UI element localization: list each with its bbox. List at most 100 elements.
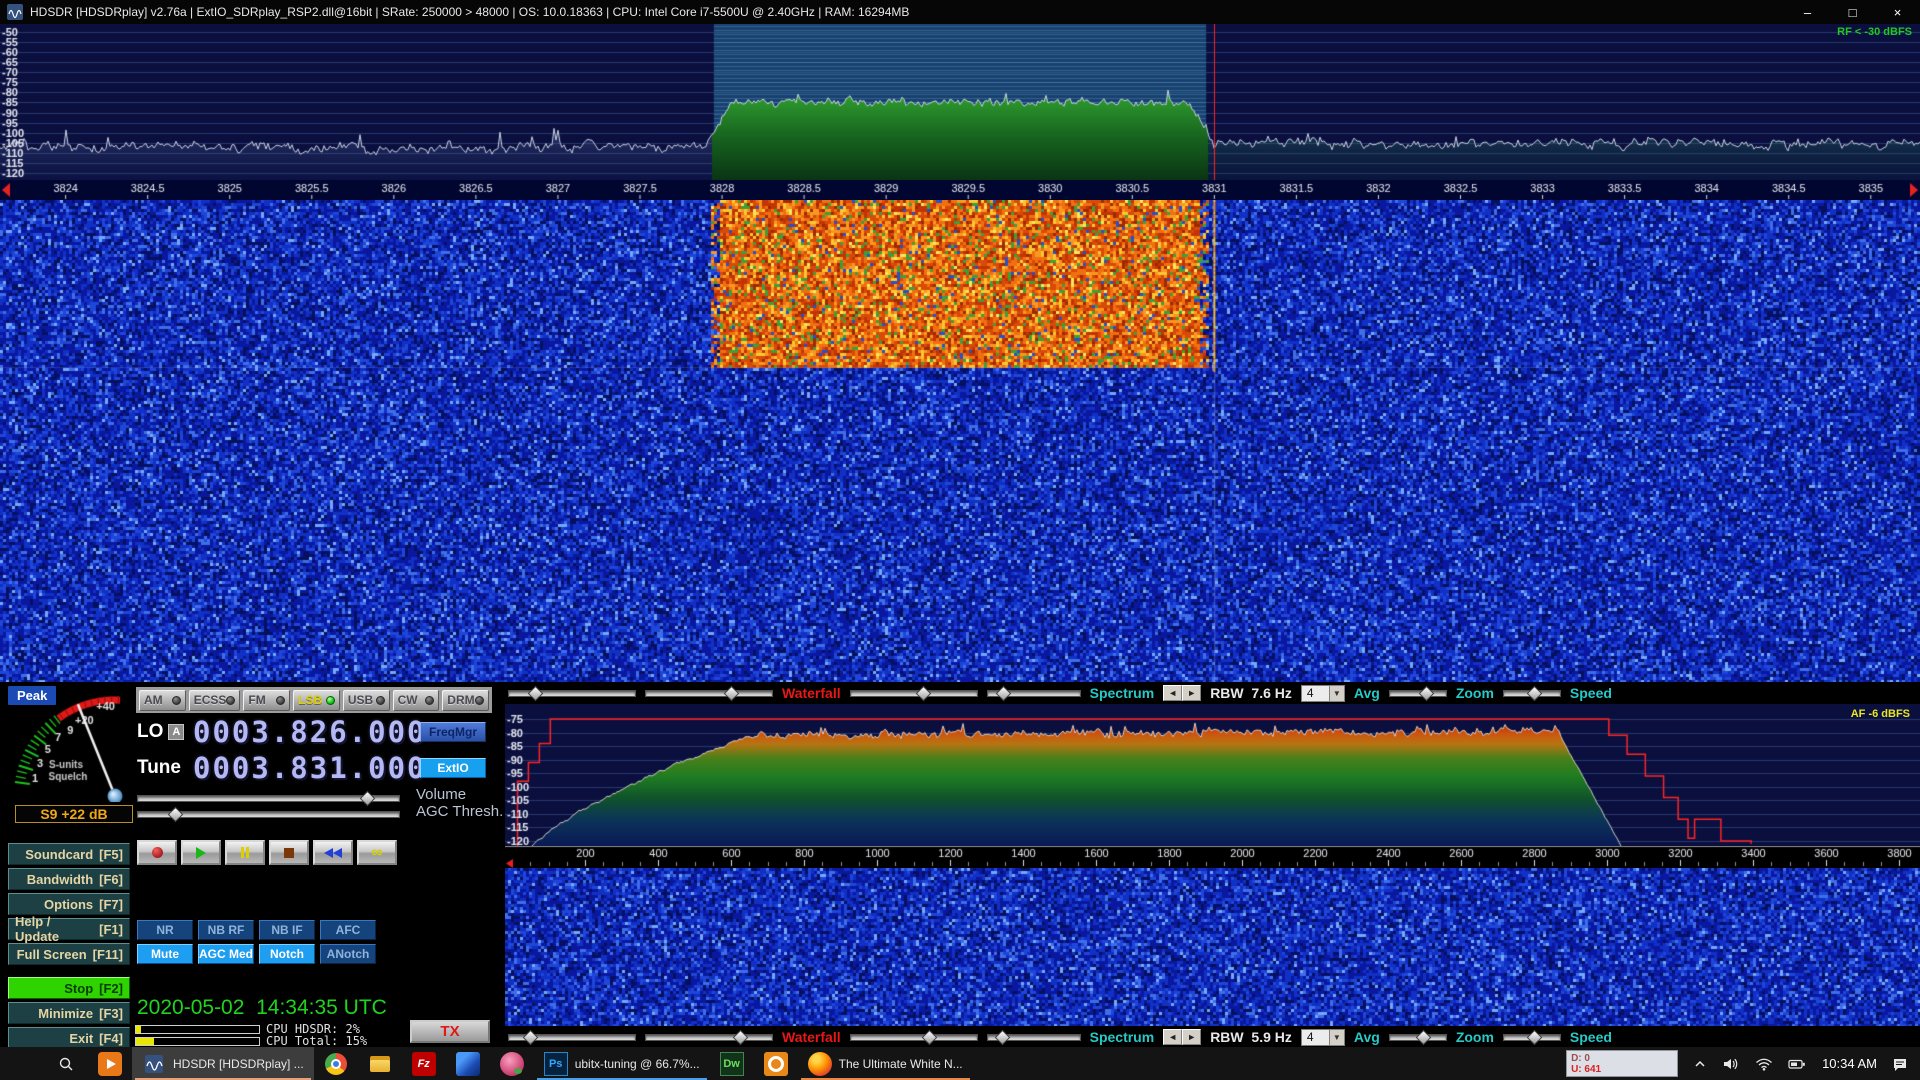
play-button[interactable] (181, 840, 221, 865)
lo-frequency-display[interactable]: 0003.826.000 (193, 715, 427, 749)
slider-thumb[interactable] (523, 1029, 539, 1045)
taskbar-task-firefox[interactable]: The Ultimate White N... (798, 1047, 973, 1080)
spectrum-right-button[interactable]: ► (1182, 685, 1201, 701)
af-slider[interactable] (1389, 1031, 1447, 1044)
taskbar-task-photoshop[interactable]: Psubitx-tuning @ 66.7%... (534, 1047, 710, 1080)
dsp-button-notch[interactable]: Notch (259, 944, 315, 964)
restore-button[interactable]: □ (1830, 0, 1875, 24)
mode-button-cw[interactable]: CW (393, 690, 440, 711)
mode-button-ecss[interactable]: ECSS (189, 690, 241, 711)
slider-track[interactable] (850, 1034, 978, 1041)
slider-thumb[interactable] (528, 685, 544, 701)
slider-thumb[interactable] (916, 685, 932, 701)
slider-thumb[interactable] (922, 1029, 938, 1045)
rf-spectrum-display[interactable]: RF < -30 dBFS (0, 24, 1920, 180)
action-center-icon[interactable] (1892, 1056, 1908, 1072)
tray-chevron-icon[interactable] (1693, 1057, 1707, 1071)
mode-button-usb[interactable]: USB (343, 690, 390, 711)
mode-button-drm[interactable]: DRM (442, 690, 489, 711)
taskbar-button-app-rose[interactable] (490, 1047, 534, 1080)
taskbar-button-start[interactable] (0, 1047, 44, 1080)
rewind-button[interactable] (313, 840, 353, 865)
clock-time[interactable]: 10:34 AM (1822, 1056, 1877, 1071)
spectrum-left-button[interactable]: ◄ (1163, 685, 1182, 701)
slider-thumb[interactable] (168, 807, 184, 823)
loop-button[interactable]: ∞ (357, 840, 397, 865)
wifi-icon[interactable] (1755, 1057, 1773, 1071)
taskbar-task-hdsdr[interactable]: HDSDR [HDSDRplay] ... (132, 1047, 314, 1080)
slider-thumb[interactable] (733, 1029, 749, 1045)
mode-button-fm[interactable]: FM (243, 690, 290, 711)
slider-thumb[interactable] (1527, 685, 1543, 701)
taskbar-button-media[interactable] (88, 1047, 132, 1080)
rf-waterfall-canvas[interactable] (0, 200, 1920, 682)
slider-thumb[interactable] (994, 1029, 1010, 1045)
pause-button[interactable] (225, 840, 265, 865)
taskbar-button-app-blue[interactable] (446, 1047, 490, 1080)
menu-button-full-screen[interactable]: Full Screen[F11] (8, 943, 130, 965)
stop-button[interactable] (269, 840, 309, 865)
af-frequency-scale[interactable] (505, 846, 1920, 868)
dsp-button-nb-rf[interactable]: NB RF (198, 920, 254, 940)
af-slider[interactable] (508, 1031, 636, 1044)
af-slider[interactable] (987, 1031, 1081, 1044)
close-button[interactable]: × (1875, 0, 1920, 24)
tune-frequency-display[interactable]: 0003.831.000 (193, 751, 427, 785)
network-du-meter[interactable]: D: 0 U: 641 (1566, 1050, 1678, 1077)
slider-thumb[interactable] (724, 685, 740, 701)
avg-count-select[interactable]: 4▼ (1301, 1029, 1345, 1046)
dsp-button-mute[interactable]: Mute (137, 944, 193, 964)
avg-count-select[interactable]: 4▼ (1301, 685, 1345, 702)
af-slider[interactable] (850, 687, 978, 700)
taskbar-button-chrome[interactable] (314, 1047, 358, 1080)
dsp-button-agc-med[interactable]: AGC Med (198, 944, 254, 964)
af-slider[interactable] (987, 687, 1081, 700)
freqmgr-button[interactable]: FreqMgr (420, 722, 486, 742)
af-slider[interactable] (508, 687, 636, 700)
af-slider[interactable] (1503, 1031, 1561, 1044)
peak-button[interactable]: Peak (8, 686, 56, 705)
menu-button-options[interactable]: Options[F7] (8, 893, 130, 915)
volume-slider[interactable] (137, 792, 400, 805)
menu-button-soundcard[interactable]: Soundcard[F5] (8, 843, 130, 865)
mode-button-am[interactable]: AM (139, 690, 186, 711)
af-spectrum-canvas[interactable] (505, 704, 1920, 846)
rf-frequency-scale[interactable] (0, 180, 1920, 200)
af-slider[interactable] (1503, 687, 1561, 700)
af-waterfall-canvas[interactable] (505, 868, 1920, 1026)
menu-button-stop[interactable]: Stop[F2] (8, 977, 130, 999)
slider-thumb[interactable] (1418, 685, 1434, 701)
slider-thumb[interactable] (995, 685, 1011, 701)
lo-ab-toggle[interactable]: A (168, 724, 184, 740)
slider-thumb[interactable] (360, 791, 376, 807)
menu-button-bandwidth[interactable]: Bandwidth[F6] (8, 868, 130, 890)
taskbar-button-app-orange[interactable] (754, 1047, 798, 1080)
record-button[interactable] (137, 840, 177, 865)
tx-button[interactable]: TX (410, 1020, 490, 1043)
dsp-button-nb-if[interactable]: NB IF (259, 920, 315, 940)
battery-icon[interactable] (1788, 1057, 1807, 1071)
slider-track[interactable] (645, 1034, 773, 1041)
slider-track[interactable] (850, 690, 978, 697)
taskbar-button-explorer[interactable] (358, 1047, 402, 1080)
spectrum-right-button[interactable]: ► (1182, 1029, 1201, 1045)
minimize-button[interactable]: – (1785, 0, 1830, 24)
taskbar-button-dreamweaver[interactable]: Dw (710, 1047, 754, 1080)
rf-spectrum-canvas[interactable] (0, 24, 1920, 180)
extio-button[interactable]: ExtIO (420, 758, 486, 778)
dsp-button-nr[interactable]: NR (137, 920, 193, 940)
af-slider[interactable] (850, 1031, 978, 1044)
menu-button-minimize[interactable]: Minimize[F3] (8, 1002, 130, 1024)
menu-button-exit[interactable]: Exit[F4] (8, 1027, 130, 1049)
agc-threshold-slider[interactable] (137, 808, 400, 821)
slider-thumb[interactable] (1415, 1029, 1431, 1045)
af-slider[interactable] (1389, 687, 1447, 700)
spectrum-left-button[interactable]: ◄ (1163, 1029, 1182, 1045)
af-slider[interactable] (645, 1031, 773, 1044)
slider-thumb[interactable] (1527, 1029, 1543, 1045)
af-slider[interactable] (645, 687, 773, 700)
volume-icon[interactable] (1722, 1056, 1740, 1072)
taskbar-button-filezilla[interactable]: Fz (402, 1047, 446, 1080)
taskbar-button-search[interactable] (44, 1047, 88, 1080)
slider-track[interactable] (645, 690, 773, 697)
